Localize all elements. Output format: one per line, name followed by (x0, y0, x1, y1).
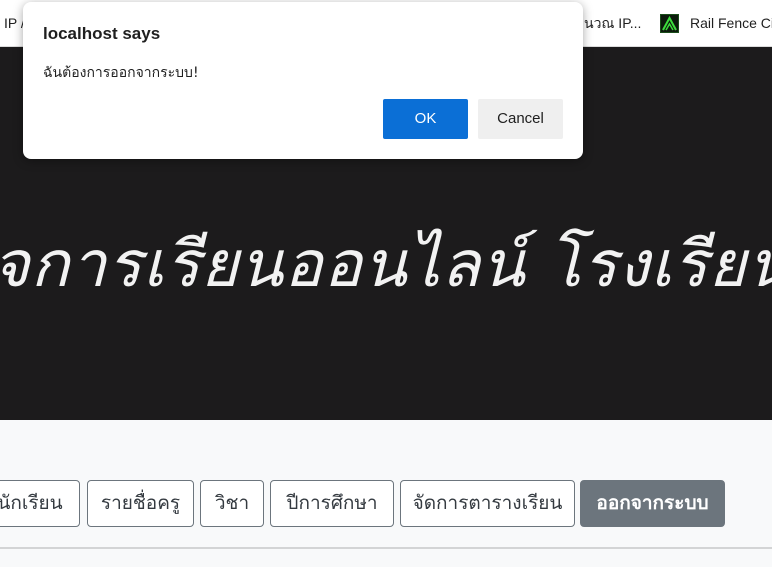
nav-button-teachers[interactable]: รายชื่อครู (87, 480, 194, 527)
alert-dialog: localhost says ฉันต้องการออกจากระบบ! OK … (23, 2, 583, 159)
dialog-title: localhost says (43, 24, 161, 43)
rail-fence-icon (660, 14, 679, 33)
cancel-button[interactable]: Cancel (478, 99, 563, 139)
dialog-message: ฉันต้องการออกจากระบบ! (43, 65, 199, 81)
nav-area: นักเรียน รายชื่อครู วิชา ปีการศึกษา จัดก… (0, 420, 772, 567)
ok-button[interactable]: OK (383, 99, 468, 139)
bookmark-ip[interactable]: IP / (4, 13, 25, 33)
nav-divider (0, 547, 772, 549)
bookmark-ip-calculator[interactable]: นวณ IP... (584, 13, 641, 33)
nav-button-academic-year[interactable]: ปีการศึกษา (270, 480, 394, 527)
nav-button-logout[interactable]: ออกจากระบบ (580, 480, 725, 527)
nav-button-subjects[interactable]: วิชา (200, 480, 264, 527)
nav-button-students[interactable]: นักเรียน (0, 480, 80, 527)
hero-title: จการเรียนออนไลน์ โรงเรียนบ้านบ (0, 228, 772, 302)
nav-button-manage-schedule[interactable]: จัดการตารางเรียน (400, 480, 575, 527)
bookmark-rail-fence-label: Rail Fence Ci (690, 15, 772, 31)
